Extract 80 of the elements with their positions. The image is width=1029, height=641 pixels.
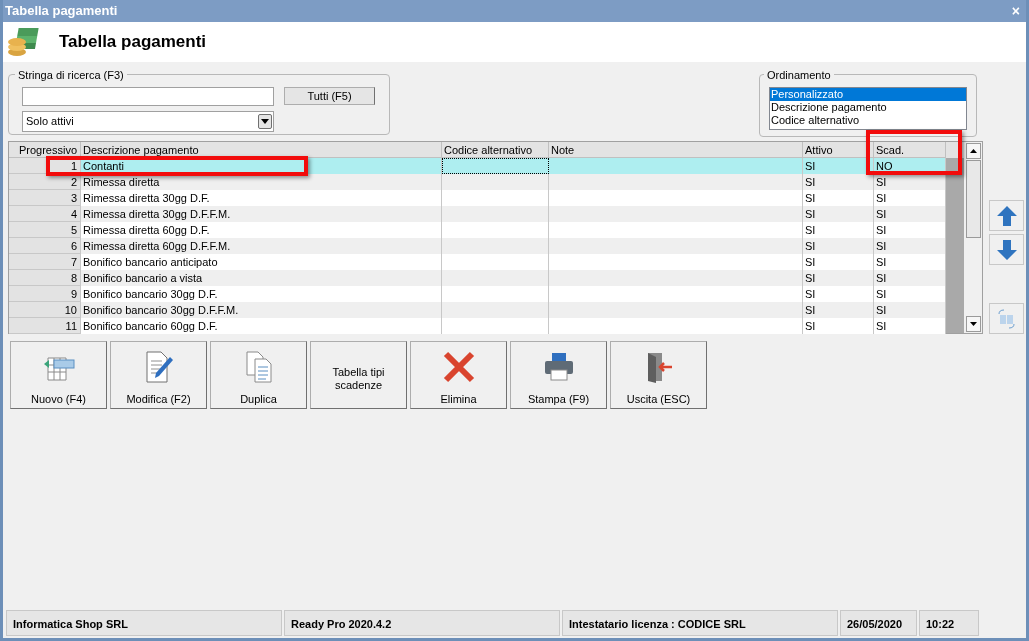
table-cell: SI	[803, 286, 874, 302]
table-cell: SI	[874, 318, 946, 334]
row-number: 2	[9, 174, 81, 190]
search-field[interactable]	[22, 87, 274, 106]
table-cell: Bonifico bancario 30gg D.F.	[81, 286, 442, 302]
column-header[interactable]: Scad.	[874, 142, 946, 158]
table-cell: SI	[803, 190, 874, 206]
toolbar-button[interactable]: Duplica	[210, 341, 307, 409]
table-cell: Bonifico bancario 60gg D.F.	[81, 318, 442, 334]
toolbar-button[interactable]: Modifica (F2)	[110, 341, 207, 409]
table-cell: SI	[803, 222, 874, 238]
toolbar-button[interactable]: Stampa (F9)	[510, 341, 607, 409]
column-header[interactable]: Codice alternativo	[442, 142, 549, 158]
column-header[interactable]: Progressivo	[9, 142, 81, 158]
table-cell: Bonifico bancario anticipato	[81, 254, 442, 270]
table-cell: Rimessa diretta 60gg D.F.	[81, 222, 442, 238]
scroll-down-icon[interactable]	[965, 316, 981, 332]
swap-icon	[995, 308, 1018, 329]
arrow-up-icon	[995, 204, 1018, 227]
row-number: 3	[9, 190, 81, 206]
money-icon	[7, 26, 41, 58]
column-header[interactable]: Note	[549, 142, 803, 158]
table-cell: SI	[874, 238, 946, 254]
filter-dropdown[interactable]: Solo attivi	[22, 111, 274, 132]
toolbar-button[interactable]: Tabella tipi scadenze	[310, 341, 407, 409]
table-cell: SI	[874, 254, 946, 270]
status-panel: Informatica Shop SRL	[6, 610, 282, 636]
page-title: Tabella pagamenti	[59, 31, 207, 54]
printer-icon	[542, 352, 575, 382]
table-cell: SI	[803, 318, 874, 334]
arrow-down-icon	[995, 238, 1018, 261]
table-cell: Rimessa diretta 60gg D.F.F.M.	[81, 238, 442, 254]
table-cell: Rimessa diretta 30gg D.F.F.M.	[81, 206, 442, 222]
status-panel: 10:22	[919, 610, 979, 636]
row-number: 5	[9, 222, 81, 238]
table-cell: SI	[874, 286, 946, 302]
table-cell: SI	[803, 206, 874, 222]
row-number: 6	[9, 238, 81, 254]
table-cell: SI	[803, 270, 874, 286]
copy-icon	[244, 351, 273, 383]
column-header[interactable]: Descrizione pagamento	[81, 142, 442, 158]
row-number: 9	[9, 286, 81, 302]
move-down-button[interactable]	[989, 234, 1024, 265]
move-up-button[interactable]	[989, 200, 1024, 231]
scrollbar[interactable]	[964, 142, 982, 333]
table-cell: SI	[803, 302, 874, 318]
table-cell: SI	[874, 270, 946, 286]
scroll-up-icon[interactable]	[965, 143, 981, 159]
table-cell: SI	[803, 238, 874, 254]
toolbar-button[interactable]: Uscita (ESC)	[610, 341, 707, 409]
toolbar-button[interactable]: Elimina	[410, 341, 507, 409]
table-cell: SI	[874, 206, 946, 222]
scroll-thumb[interactable]	[965, 160, 981, 238]
table-cell: Rimessa diretta 30gg D.F.	[81, 190, 442, 206]
ordering-option[interactable]: Codice alternativo	[770, 114, 966, 127]
table-cell: Bonifico bancario 30gg D.F.F.M.	[81, 302, 442, 318]
row-number: 7	[9, 254, 81, 270]
edit-document-icon	[143, 351, 174, 383]
column-header[interactable]: Attivo	[803, 142, 874, 158]
table-cell: SI	[803, 254, 874, 270]
row-number: 4	[9, 206, 81, 222]
status-panel: 26/05/2020	[840, 610, 917, 636]
ordering-option[interactable]: Descrizione pagamento	[770, 101, 966, 114]
row-number: 11	[9, 318, 81, 334]
table-cell: Rimessa diretta	[81, 174, 442, 190]
table-cell: SI	[874, 302, 946, 318]
status-panel: Intestatario licenza : CODICE SRL	[562, 610, 838, 636]
ordering-option[interactable]: Personalizzato	[770, 88, 966, 101]
row-number: 10	[9, 302, 81, 318]
all-button[interactable]: Tutti (F5)	[284, 87, 375, 105]
status-panel: Ready Pro 2020.4.2	[284, 610, 560, 636]
table-cell: SI	[874, 190, 946, 206]
row-number: 8	[9, 270, 81, 286]
table-cell: Bonifico bancario a vista	[81, 270, 442, 286]
close-icon	[442, 351, 475, 383]
toolbar-button[interactable]: Nuovo (F4)	[10, 341, 107, 409]
table-cell: SI	[803, 174, 874, 190]
table-cell: SI	[803, 158, 874, 174]
table-cell: SI	[874, 222, 946, 238]
window-title: Tabella pagamenti	[5, 2, 118, 21]
